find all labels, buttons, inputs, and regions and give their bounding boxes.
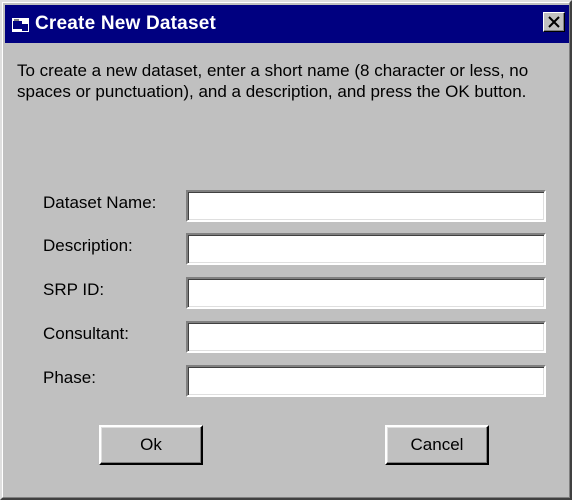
cancel-button[interactable]: Cancel — [385, 425, 489, 465]
description-input[interactable] — [186, 233, 546, 265]
dataset-name-input[interactable] — [186, 190, 546, 222]
instructions-text: To create a new dataset, enter a short n… — [17, 61, 529, 101]
srp-id-input[interactable] — [186, 277, 546, 309]
title-bar[interactable]: Create New Dataset — [5, 5, 569, 43]
ok-button[interactable]: Ok — [99, 425, 203, 465]
srp-id-label: SRP ID: — [43, 280, 105, 299]
close-button[interactable] — [543, 12, 565, 32]
create-dataset-dialog: Create New Dataset To create a new datas… — [0, 0, 572, 500]
dataset-name-label: Dataset Name: — [43, 193, 157, 212]
folder-dataset-icon — [12, 18, 29, 32]
description-label: Description: — [43, 236, 133, 255]
consultant-label: Consultant: — [43, 324, 129, 343]
consultant-input[interactable] — [186, 321, 546, 353]
dialog-title: Create New Dataset — [35, 13, 217, 34]
phase-input[interactable] — [186, 365, 546, 397]
phase-label: Phase: — [43, 368, 96, 387]
close-icon — [548, 16, 560, 28]
